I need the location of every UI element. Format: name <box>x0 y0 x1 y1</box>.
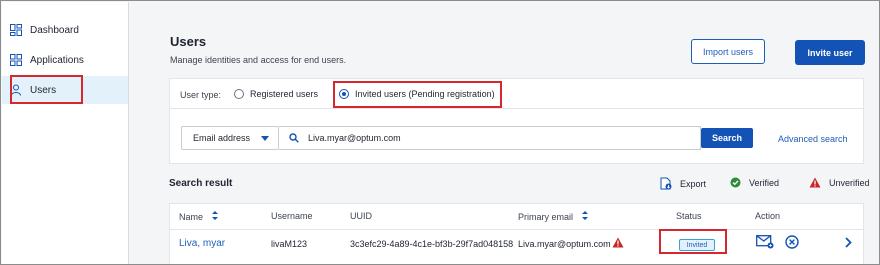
radio-label: Registered users <box>250 89 319 99</box>
radio-circle[interactable] <box>234 89 244 99</box>
warning-icon <box>809 177 821 188</box>
unverified-legend: Unverified <box>809 177 870 188</box>
status-badge: Invited <box>679 239 715 251</box>
search-query: Liva.myar@optum.com <box>308 133 401 143</box>
column-header-username: Username <box>271 211 313 221</box>
main-content: Users Manage identities and access for e… <box>129 2 879 264</box>
column-header-uuid: UUID <box>350 211 372 221</box>
warning-icon <box>612 237 624 250</box>
sidebar-item-label: Dashboard <box>30 24 79 36</box>
sort-icon[interactable] <box>212 211 219 222</box>
username-cell: livaM123 <box>271 239 308 249</box>
sidebar-item-label: Users <box>30 84 57 96</box>
sidebar-item-applications[interactable]: Applications <box>10 48 84 72</box>
cancel-invite-icon[interactable] <box>785 235 799 251</box>
verified-label: Verified <box>749 177 780 188</box>
export-label: Export <box>680 178 707 189</box>
search-input[interactable]: Liva.myar@optum.com <box>279 126 701 150</box>
column-header-name[interactable]: Name <box>179 211 219 222</box>
export-icon <box>660 177 672 190</box>
user-type-panel: User type: Registered users Invited user… <box>169 78 864 110</box>
page-title: Users <box>170 34 207 49</box>
caret-down-icon <box>261 136 269 141</box>
radio-registered-users[interactable]: Registered users <box>234 89 318 99</box>
email-cell: Liva.myar@optum.com <box>518 239 611 249</box>
column-header-status: Status <box>676 211 702 221</box>
column-header-action: Action <box>755 211 781 221</box>
column-header-primary-email[interactable]: Primary email <box>518 211 589 222</box>
search-result-title: Search result <box>169 178 233 189</box>
user-name-link[interactable]: Liva, myar <box>179 238 225 249</box>
resend-email-icon[interactable] <box>756 235 774 251</box>
radio-label: Invited users (Pending registration) <box>355 89 495 99</box>
export-button[interactable]: Export <box>660 177 706 190</box>
import-users-button[interactable]: Import users <box>691 39 765 64</box>
sidebar: Dashboard Applications Users <box>2 2 129 264</box>
unverified-label: Unverified <box>829 177 870 188</box>
dashboard-icon <box>10 24 22 36</box>
user-type-label: User type: <box>180 90 222 100</box>
sidebar-item-users[interactable]: Users <box>2 76 128 104</box>
invite-user-button[interactable]: Invite user <box>795 40 865 65</box>
page-subtitle: Manage identities and access for end use… <box>170 55 347 65</box>
search-icon <box>289 133 299 143</box>
user-icon <box>10 84 22 96</box>
search-panel: Email address Liva.myar@optum.com Search… <box>169 108 864 164</box>
search-field-select[interactable]: Email address <box>181 126 279 150</box>
chevron-right-icon[interactable] <box>845 237 852 250</box>
users-table: Name Username UUID Primary email Status … <box>169 203 864 264</box>
app-window: Dashboard Applications Users Users Manag… <box>0 0 880 265</box>
uuid-cell: 3c3efc29-4a89-4c1e-bf3b-29f7ad048158 <box>350 239 514 249</box>
column-label: Primary email <box>518 211 574 222</box>
radio-circle-selected[interactable] <box>339 89 349 99</box>
radio-invited-users[interactable]: Invited users (Pending registration) <box>339 89 495 99</box>
verified-legend: Verified <box>730 177 779 188</box>
check-circle-icon <box>730 177 741 188</box>
column-label: Name <box>179 211 204 222</box>
sidebar-item-label: Applications <box>30 54 84 66</box>
advanced-search-link[interactable]: Advanced search <box>778 134 848 144</box>
select-value: Email address <box>193 133 251 143</box>
sidebar-item-dashboard[interactable]: Dashboard <box>10 18 79 42</box>
sort-icon[interactable] <box>582 211 589 222</box>
search-button[interactable]: Search <box>701 128 753 148</box>
applications-icon <box>10 54 22 66</box>
header-divider <box>170 229 863 230</box>
